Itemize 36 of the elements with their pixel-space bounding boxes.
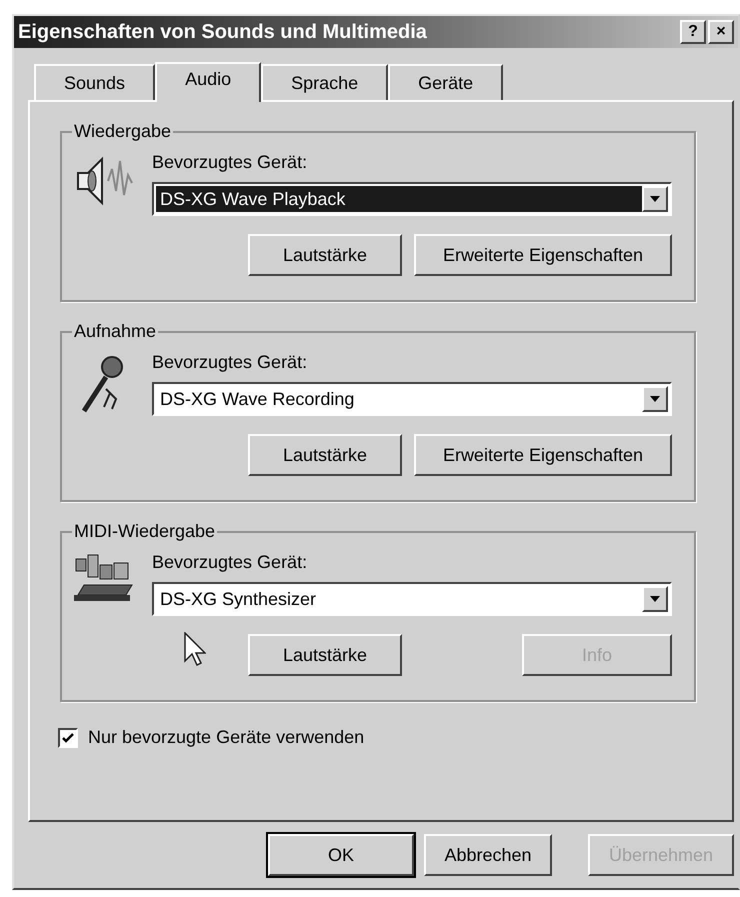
checkmark-icon (62, 732, 74, 742)
tab[interactable]: Sprache (261, 64, 388, 100)
dropdown-button[interactable] (642, 386, 668, 412)
device-value: DS-XG Wave Recording (159, 388, 356, 411)
group-title: MIDI-Wiedergabe (73, 520, 216, 543)
device-dropdown[interactable]: DS-XG Synthesizer (152, 582, 672, 616)
help-button[interactable]: ? (680, 20, 706, 44)
checkbox[interactable] (58, 728, 78, 748)
tab[interactable]: Sounds (34, 64, 156, 100)
tab[interactable]: Geräte (388, 64, 504, 100)
window-title: Eigenschaften von Sounds und Multimedia (18, 20, 427, 45)
device-label: Bevorzugtes Gerät: (152, 151, 308, 174)
caret-icon (650, 396, 660, 402)
tab[interactable]: Audio (155, 62, 262, 102)
caret-icon (650, 596, 660, 602)
close-button[interactable]: × (708, 20, 734, 44)
device-value: DS-XG Synthesizer (159, 588, 318, 611)
dialog-button[interactable]: OK (268, 834, 414, 876)
device-label: Bevorzugtes Gerät: (152, 351, 308, 374)
dialog-button[interactable]: Lautstärke (248, 434, 402, 476)
dialog-button[interactable]: Erweiterte Eigenschaften (414, 434, 672, 476)
device-dropdown[interactable]: DS-XG Wave Recording (152, 382, 672, 416)
caret-icon (650, 196, 660, 202)
group-title: Wiedergabe (73, 120, 172, 143)
device-value: DS-XG Wave Playback (156, 186, 642, 212)
dialog-button[interactable]: Lautstärke (248, 634, 402, 676)
mouse-pointer-icon (184, 632, 206, 666)
dialog-button[interactable]: Lautstärke (248, 234, 402, 276)
dialog-button[interactable]: Erweiterte Eigenschaften (414, 234, 672, 276)
device-dropdown[interactable]: DS-XG Wave Playback (152, 182, 672, 216)
dropdown-button[interactable] (642, 186, 668, 212)
checkbox-label: Nur bevorzugte Geräte verwenden (88, 726, 364, 749)
device-label: Bevorzugtes Gerät: (152, 551, 308, 574)
dialog-button[interactable]: Abbrechen (424, 834, 552, 876)
group-title: Aufnahme (73, 320, 158, 343)
dropdown-button[interactable] (642, 586, 668, 612)
